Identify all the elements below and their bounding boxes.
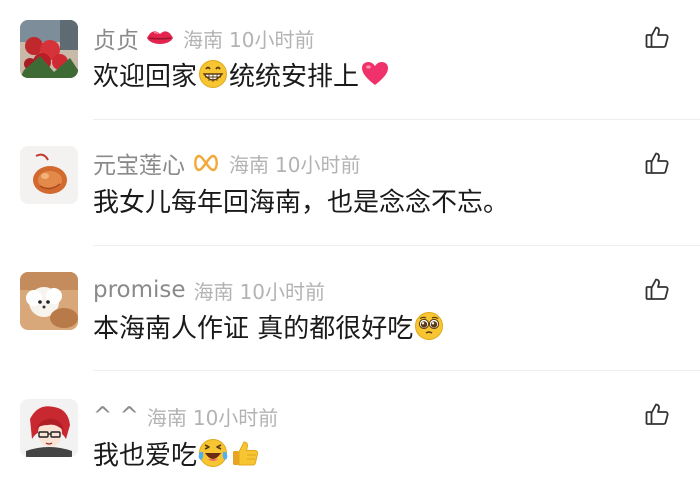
comment-text: 我也爱吃 bbox=[93, 435, 261, 471]
avatar[interactable] bbox=[20, 20, 78, 78]
lips-icon bbox=[145, 26, 175, 50]
location-label: 海南 bbox=[183, 27, 223, 52]
username[interactable]: 贞贞 bbox=[93, 21, 139, 55]
comment-text: 本海南人作证 真的都很好吃 bbox=[93, 308, 445, 344]
grinning-face-icon bbox=[198, 59, 228, 89]
timestamp: 10小时前 bbox=[229, 27, 315, 52]
comment-text: 欢迎回家 统统安排上 bbox=[93, 56, 391, 92]
location-label: 海南 bbox=[229, 152, 269, 177]
comment-text-part: 欢迎回家 bbox=[93, 61, 198, 92]
comment-item: 元宝莲心 海南 10小时前 我女儿每年回海南，也是念念不忘。 bbox=[0, 120, 700, 245]
like-thumb-icon[interactable] bbox=[644, 401, 670, 427]
like-thumb-icon[interactable] bbox=[644, 24, 670, 50]
timestamp: 10小时前 bbox=[275, 152, 361, 177]
location-label: 海南 bbox=[146, 405, 187, 430]
username[interactable]: promise bbox=[93, 277, 186, 303]
thumbs-up-icon bbox=[230, 438, 260, 468]
comment-text-part: 我女儿每年回海南，也是念念不忘。 bbox=[93, 187, 510, 218]
comment-item: promise 海南 10小时前 本海南人作证 真的都很好吃 bbox=[0, 246, 700, 370]
username[interactable]: ^ ^ bbox=[93, 403, 139, 429]
username[interactable]: 元宝莲心 bbox=[93, 146, 185, 180]
avatar-fluffy-dog-image bbox=[20, 272, 78, 330]
pleading-face-icon bbox=[414, 311, 444, 341]
avatar[interactable] bbox=[20, 146, 78, 204]
avatar-jade-pendant-image bbox=[20, 146, 78, 204]
comment-text: 我女儿每年回海南，也是念念不忘。 bbox=[93, 182, 509, 218]
comment-item: 贞贞 海南 10小时前 欢迎回家 统统安排上 bbox=[0, 0, 700, 119]
infinity-icon bbox=[191, 151, 221, 175]
like-thumb-icon[interactable] bbox=[644, 276, 670, 302]
comment-text-part: 本海南人作证 真的都很好吃 bbox=[93, 313, 414, 344]
avatar[interactable] bbox=[20, 399, 78, 457]
avatar[interactable] bbox=[20, 272, 78, 330]
avatar-flowers-image bbox=[20, 20, 78, 78]
red-heart-icon bbox=[360, 59, 390, 89]
avatar-anime-character-image bbox=[20, 399, 78, 457]
like-thumb-icon[interactable] bbox=[644, 150, 670, 176]
timestamp: 10小时前 bbox=[239, 279, 326, 304]
laughing-tears-face-icon bbox=[198, 438, 228, 468]
location-label: 海南 bbox=[193, 279, 234, 304]
comment-text-part: 我也爱吃 bbox=[93, 440, 198, 471]
timestamp: 10小时前 bbox=[192, 405, 279, 430]
comment-list: 贞贞 海南 10小时前 欢迎回家 统统安排上 元宝莲心 海南 10小时前 我女儿… bbox=[0, 0, 700, 484]
comment-item: ^ ^ 海南 10小时前 我也爱吃 bbox=[0, 371, 700, 484]
comment-text-part: 统统安排上 bbox=[229, 61, 360, 92]
